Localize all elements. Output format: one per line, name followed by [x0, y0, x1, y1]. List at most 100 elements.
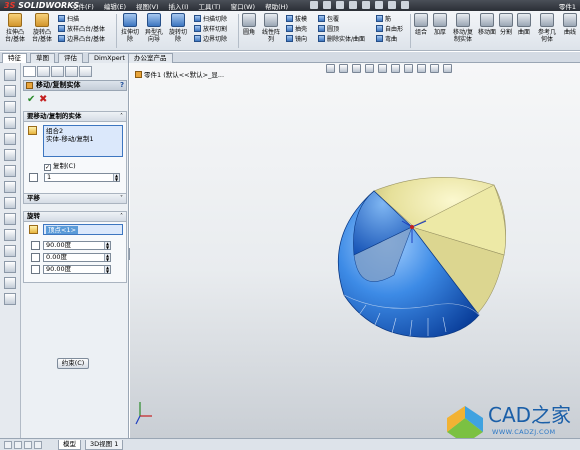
ok-button[interactable]: ✔: [27, 95, 35, 105]
reference-geometry-button[interactable]: 参考几 何体: [535, 13, 559, 43]
open-icon[interactable]: [323, 1, 331, 9]
extrude-cut-button[interactable]: 拉伸切 除: [119, 13, 141, 43]
boundary-boss-button[interactable]: 边界凸台/基体: [58, 35, 105, 44]
section-view-icon[interactable]: [365, 64, 374, 73]
copy-checkbox[interactable]: ✓ 复制(C): [44, 162, 76, 171]
mirror-entities-icon[interactable]: [4, 213, 16, 225]
trim-tool-icon[interactable]: [4, 181, 16, 193]
select-icon[interactable]: [375, 1, 383, 9]
spin-arrows-icon[interactable]: ▲ ▼: [104, 266, 110, 273]
surface-button[interactable]: 曲面: [516, 13, 532, 36]
rotate-group-title[interactable]: 旋转 ˄: [24, 212, 126, 222]
tab-dimxpert[interactable]: DimXpert: [88, 53, 131, 63]
linear-pattern-button[interactable]: 线性阵 列: [260, 13, 282, 43]
display-manager-tab-icon[interactable]: [79, 66, 92, 77]
menu-file[interactable]: 文件(F): [72, 1, 94, 11]
cancel-button[interactable]: ✖: [39, 95, 47, 105]
flex-button[interactable]: 弯曲: [376, 35, 397, 44]
spin-arrows-icon[interactable]: ▲ ▼: [104, 254, 110, 261]
hole-wizard-button[interactable]: 异型孔 向导: [143, 13, 165, 43]
split-button[interactable]: 分割: [498, 13, 514, 36]
curves-button[interactable]: 曲线: [562, 13, 578, 36]
undo-icon[interactable]: [362, 1, 370, 9]
dimxpert-tab-icon[interactable]: [65, 66, 78, 77]
bodies-list[interactable]: 组合2 实体-移动/复制1: [43, 125, 123, 157]
tab-model[interactable]: 模型: [58, 440, 81, 450]
sketch-tool-icon[interactable]: [4, 69, 16, 81]
edit-appearance-icon[interactable]: [417, 64, 426, 73]
rectangle-tool-icon[interactable]: [4, 117, 16, 129]
spin-arrows-icon[interactable]: ▲ ▼: [113, 174, 119, 181]
new-icon[interactable]: [310, 1, 318, 9]
revolve-boss-button[interactable]: 旋转凸 台/基体: [30, 13, 54, 43]
vertex-marker[interactable]: [410, 225, 414, 229]
last-tab-icon[interactable]: [34, 441, 42, 449]
spin-arrows-icon[interactable]: ▲ ▼: [104, 242, 110, 249]
copies-count-input[interactable]: 1 ▲ ▼: [44, 173, 120, 182]
property-manager-tab-icon[interactable]: [37, 66, 50, 77]
first-tab-icon[interactable]: [4, 441, 12, 449]
combine-button[interactable]: 组合: [413, 13, 429, 36]
sketch-pattern-icon[interactable]: [4, 229, 16, 241]
graphics-area[interactable]: 零件1 (默认<<默认>_显...: [130, 63, 580, 438]
apply-scene-icon[interactable]: [430, 64, 439, 73]
rib-button[interactable]: 筋: [376, 15, 391, 24]
dome-button[interactable]: 圆顶: [318, 25, 339, 34]
boundary-cut-button[interactable]: 边界切除: [194, 35, 227, 44]
list-item[interactable]: 实体-移动/复制1: [46, 135, 120, 143]
circle-tool-icon[interactable]: [4, 133, 16, 145]
y-rotation-input[interactable]: 0.00度 ▲ ▼: [43, 253, 111, 262]
collapse-icon[interactable]: ˄: [120, 212, 123, 221]
rebuild-icon[interactable]: [388, 1, 396, 9]
solidworks-logo[interactable]: 3S SOLIDWORKS: [4, 1, 79, 10]
z-rotation-input[interactable]: 90.00度 ▲ ▼: [43, 265, 111, 274]
loft-button[interactable]: 放样凸台/基体: [58, 25, 105, 34]
view-settings-icon[interactable]: [443, 64, 452, 73]
fillet-button[interactable]: 圆角: [240, 13, 258, 36]
extrude-boss-button[interactable]: 拉伸凸 台/基体: [3, 13, 27, 43]
line-tool-icon[interactable]: [4, 101, 16, 113]
tab-features[interactable]: 特征: [2, 53, 27, 63]
deform-button[interactable]: 自由形: [376, 25, 403, 34]
menu-view[interactable]: 视图(V): [136, 1, 159, 11]
zoom-area-icon[interactable]: [339, 64, 348, 73]
revolve-cut-button[interactable]: 旋转切 除: [167, 13, 189, 43]
configuration-tab-icon[interactable]: [51, 66, 64, 77]
previous-view-icon[interactable]: [352, 64, 361, 73]
x-rotation-input[interactable]: 90.00度 ▲ ▼: [43, 241, 111, 250]
move-entities-icon[interactable]: [4, 293, 16, 305]
next-tab-icon[interactable]: [24, 441, 32, 449]
view-orientation-icon[interactable]: [378, 64, 387, 73]
smart-dimension-icon[interactable]: [4, 85, 16, 97]
constraints-button[interactable]: 约束(C): [57, 358, 89, 369]
display-style-icon[interactable]: [391, 64, 400, 73]
lofted-cut-button[interactable]: 放样切割: [194, 25, 227, 34]
feature-tree-flyout[interactable]: 零件1 (默认<<默认>_显...: [135, 69, 224, 79]
repair-sketch-icon[interactable]: [4, 261, 16, 273]
swept-cut-button[interactable]: 扫描切除: [194, 15, 227, 24]
rotation-point-field[interactable]: 顶点<1>: [43, 224, 123, 235]
menu-help[interactable]: 帮助(H): [265, 1, 288, 11]
save-icon[interactable]: [336, 1, 344, 9]
help-icon[interactable]: ?: [120, 81, 124, 90]
arc-tool-icon[interactable]: [4, 149, 16, 161]
shell-button[interactable]: 抽壳: [286, 25, 307, 34]
prev-tab-icon[interactable]: [14, 441, 22, 449]
offset-tool-icon[interactable]: [4, 197, 16, 209]
tab-sketch[interactable]: 草图: [30, 53, 55, 63]
tab-office-products[interactable]: 办公室产品: [128, 53, 173, 63]
menu-edit[interactable]: 编辑(E): [104, 1, 126, 11]
options-icon[interactable]: [401, 1, 409, 9]
tab-3d-view[interactable]: 3D视图 1: [85, 440, 124, 450]
zoom-to-fit-icon[interactable]: [326, 64, 335, 73]
expand-icon[interactable]: ˅: [120, 194, 123, 203]
thicken-button[interactable]: 加厚: [432, 13, 448, 36]
feature-tree-tab-icon[interactable]: [23, 66, 36, 77]
menu-insert[interactable]: 插入(I): [169, 1, 189, 11]
hide-show-items-icon[interactable]: [404, 64, 413, 73]
list-item[interactable]: 组合2: [46, 127, 120, 135]
sweep-button[interactable]: 扫描: [58, 15, 79, 24]
menu-tools[interactable]: 工具(T): [199, 1, 221, 11]
sphere-model[interactable]: [314, 155, 510, 345]
tab-evaluate[interactable]: 评估: [58, 53, 83, 63]
